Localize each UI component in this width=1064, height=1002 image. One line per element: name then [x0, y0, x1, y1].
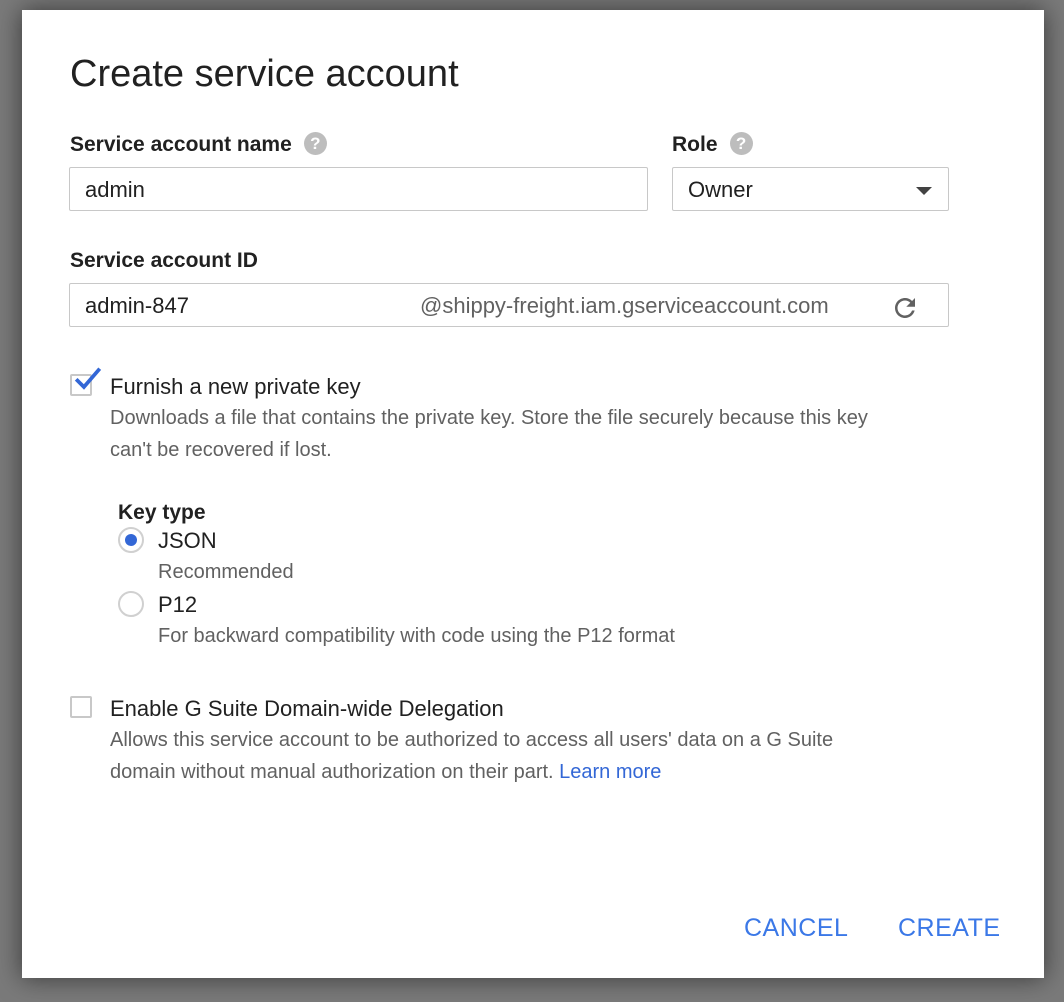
- role-label: Role?: [672, 131, 753, 158]
- check-icon: [74, 367, 102, 390]
- service-account-id-value: admin-847: [85, 293, 189, 318]
- radio-json-label[interactable]: JSON: [158, 528, 217, 554]
- radio-json-hint: Recommended: [158, 561, 294, 583]
- private-key-description-line: can't be recovered if lost.: [110, 439, 332, 461]
- role-label-text: Role: [672, 133, 718, 156]
- private-key-label[interactable]: Furnish a new private key: [110, 374, 361, 400]
- private-key-description: Downloads a file that contains the priva…: [110, 402, 868, 466]
- delegation-description-line: domain without manual authorization on t…: [110, 756, 833, 788]
- learn-more-link[interactable]: Learn more: [559, 761, 661, 783]
- refresh-icon[interactable]: [890, 293, 920, 323]
- help-icon[interactable]: ?: [303, 131, 327, 155]
- cancel-button[interactable]: CANCEL: [744, 913, 848, 943]
- delegation-description: Allows this service account to be author…: [110, 724, 833, 788]
- delegation-label[interactable]: Enable G Suite Domain-wide Delegation: [110, 696, 504, 722]
- radio-p12-hint: For backward compatibility with code usi…: [158, 625, 675, 647]
- service-account-name-value: admin: [85, 177, 145, 202]
- service-account-name-input[interactable]: admin: [69, 167, 648, 211]
- create-button[interactable]: CREATE: [898, 913, 1001, 943]
- delegation-checkbox[interactable]: [70, 696, 92, 718]
- delegation-description-line: Allows this service account to be author…: [110, 729, 834, 751]
- help-icon[interactable]: ?: [729, 131, 753, 155]
- radio-json[interactable]: [118, 527, 144, 553]
- private-key-checkbox[interactable]: [70, 367, 102, 396]
- create-service-account-dialog: Create service account Service account n…: [22, 10, 1044, 978]
- service-account-name-label: Service account name?: [70, 131, 327, 158]
- radio-p12[interactable]: [118, 591, 144, 617]
- key-type-label: Key type: [118, 501, 206, 524]
- service-account-id-input[interactable]: admin-847 @shippy-freight.iam.gserviceac…: [69, 283, 949, 327]
- chevron-down-icon: [916, 187, 932, 195]
- role-selected-value: Owner: [688, 177, 753, 202]
- service-account-id-label: Service account ID: [70, 249, 258, 272]
- service-account-id-suffix: @shippy-freight.iam.gserviceaccount.com: [420, 293, 829, 318]
- delegation-description-text: domain without manual authorization on t…: [110, 761, 554, 783]
- service-account-name-label-text: Service account name: [70, 133, 292, 156]
- role-select[interactable]: Owner: [672, 167, 949, 211]
- private-key-description-line: Downloads a file that contains the priva…: [110, 407, 868, 429]
- radio-p12-label[interactable]: P12: [158, 592, 197, 618]
- dialog-title: Create service account: [70, 53, 459, 95]
